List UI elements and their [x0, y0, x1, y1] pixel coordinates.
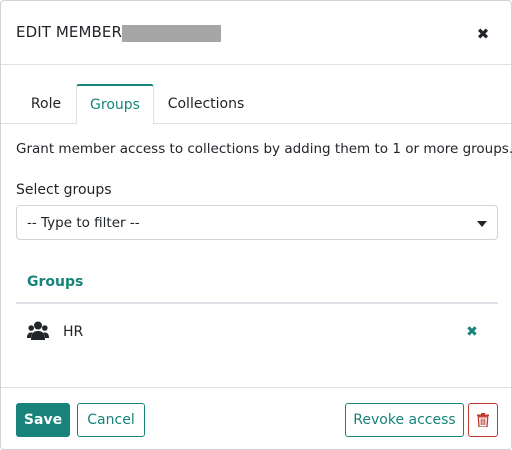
users-icon	[27, 321, 49, 340]
tab-groups[interactable]: Groups	[76, 84, 154, 125]
groups-list-header: Groups	[16, 263, 498, 304]
cancel-button[interactable]: Cancel	[77, 403, 145, 437]
group-list-item: HR ✖	[16, 305, 498, 361]
dialog-footer: Save Cancel Revoke access	[1, 387, 511, 450]
tab-collections[interactable]: Collections	[160, 84, 252, 124]
caret-down-icon	[477, 221, 487, 227]
delete-button[interactable]	[468, 403, 498, 437]
save-button[interactable]: Save	[16, 403, 70, 437]
remove-group-icon[interactable]: ✖	[465, 325, 479, 339]
dialog-header: EDIT MEMBER ✖	[1, 1, 511, 65]
groups-description: Grant member access to collections by ad…	[16, 141, 512, 157]
edit-member-dialog: EDIT MEMBER ✖ Role Groups Collections Gr…	[0, 0, 512, 450]
dialog-title: EDIT MEMBER	[16, 23, 123, 41]
revoke-access-button[interactable]: Revoke access	[345, 403, 464, 437]
select-groups-label: Select groups	[16, 182, 112, 198]
redacted-member-name	[122, 25, 221, 42]
group-name: HR	[63, 324, 84, 340]
tab-role[interactable]: Role	[16, 84, 76, 124]
group-filter-placeholder: -- Type to filter --	[27, 215, 140, 231]
tab-bar: Role Groups Collections	[1, 84, 511, 125]
trash-icon	[477, 413, 489, 427]
groups-list-heading: Groups	[27, 274, 84, 290]
close-icon[interactable]: ✖	[475, 26, 491, 42]
group-filter-select[interactable]: -- Type to filter --	[16, 205, 498, 240]
